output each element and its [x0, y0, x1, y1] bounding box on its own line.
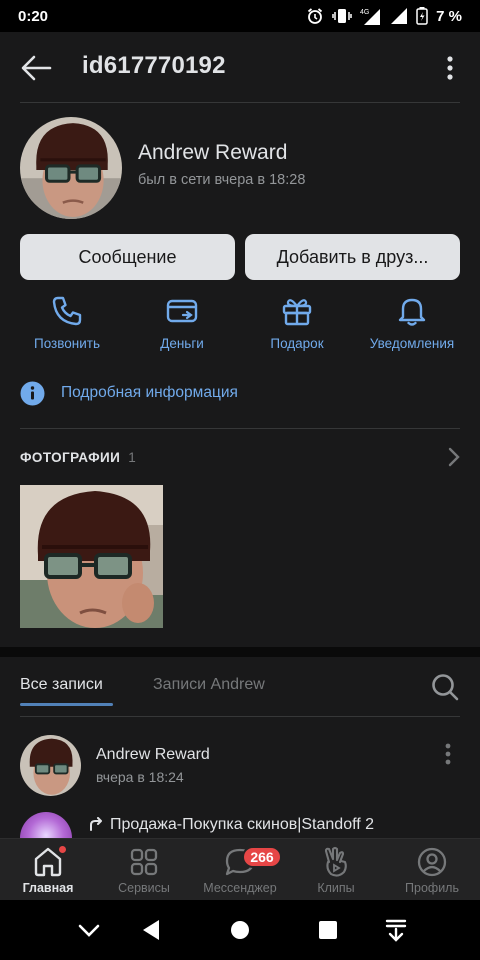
profile-actions: Позвонить Деньги Подарок Уведомления	[0, 294, 480, 358]
notifications-action[interactable]: Уведомления	[357, 294, 467, 351]
call-label: Позвонить	[34, 336, 100, 351]
tab-services-label: Сервисы	[118, 881, 170, 895]
back-arrow-icon[interactable]	[20, 54, 52, 82]
tabs-divider	[20, 716, 460, 717]
info-icon	[20, 381, 45, 405]
call-action[interactable]: Позвонить	[12, 294, 122, 351]
tab-messenger[interactable]: 266 Мессенджер	[192, 845, 288, 895]
gift-icon	[282, 299, 312, 326]
tab-messenger-label: Мессенджер	[203, 881, 277, 895]
photos-count: 1	[128, 449, 136, 465]
tab-profile[interactable]: Профиль	[384, 845, 480, 895]
alarm-icon	[308, 8, 323, 24]
gift-action[interactable]: Подарок	[242, 294, 352, 351]
tab-profile-label: Профиль	[405, 881, 459, 895]
svg-text:4G: 4G	[360, 9, 369, 16]
clips-icon	[324, 846, 347, 877]
gift-label: Подарок	[270, 336, 324, 351]
app-header: id617770192	[0, 32, 480, 102]
chevron-down-icon[interactable]	[78, 924, 100, 938]
nav-notifications-pulldown-icon[interactable]	[385, 918, 407, 942]
nav-back-icon[interactable]	[141, 919, 161, 941]
system-nav-bar	[0, 900, 480, 960]
photos-title: ФОТОГРАФИИ	[20, 449, 121, 465]
signal-4g-icon: 4G	[360, 9, 381, 25]
tab-clips[interactable]: Клипы	[288, 845, 384, 895]
home-notification-dot	[58, 845, 67, 854]
phone-icon	[52, 296, 82, 326]
search-icon[interactable]	[430, 672, 460, 702]
tab-all-posts[interactable]: Все записи	[20, 676, 103, 694]
services-icon	[130, 848, 158, 876]
signal-icon	[391, 8, 408, 24]
message-button[interactable]: Сообщение	[20, 234, 235, 280]
repost-title: Продажа-Покупка скинов|Standoff 2	[110, 816, 375, 833]
nav-recents-icon[interactable]	[318, 920, 338, 940]
tab-owner-posts[interactable]: Записи Andrew	[153, 676, 265, 694]
post-author-name[interactable]: Andrew Reward	[96, 746, 210, 764]
section-divider	[20, 428, 460, 429]
section-separator	[0, 647, 480, 657]
post-author-avatar[interactable]	[20, 735, 81, 796]
tab-home-label: Главная	[22, 881, 74, 895]
add-friend-button[interactable]: Добавить в друз...	[245, 234, 460, 280]
active-tab-indicator	[20, 703, 113, 706]
status-bar: 0:20 4G 7 %	[0, 0, 480, 32]
money-label: Деньги	[160, 336, 204, 351]
last-seen-status: был в сети вчера в 18:28	[138, 172, 306, 188]
repost-icon	[90, 817, 102, 831]
bell-icon	[398, 298, 426, 326]
photos-header[interactable]: ФОТОГРАФИИ 1	[20, 446, 460, 468]
chevron-right-icon[interactable]	[448, 447, 460, 467]
nav-home-icon[interactable]	[230, 920, 250, 940]
detailed-info-link[interactable]: Подробная информация	[20, 378, 238, 408]
profile-name: Andrew Reward	[138, 141, 288, 164]
notifications-label: Уведомления	[369, 336, 455, 351]
money-action[interactable]: Деньги	[127, 294, 237, 351]
battery-percent: 7 %	[436, 7, 462, 25]
post-options-icon[interactable]	[438, 742, 458, 768]
header-divider	[20, 102, 460, 103]
bottom-tab-bar: Главная Сервисы 266 Мессенджер Клипы Про…	[0, 838, 480, 900]
more-options-icon[interactable]	[440, 54, 460, 84]
profile-avatar[interactable]	[20, 117, 122, 219]
detailed-info-label: Подробная информация	[61, 384, 238, 401]
battery-icon	[416, 7, 428, 25]
status-time: 0:20	[18, 7, 49, 25]
photo-thumbnail[interactable]	[20, 485, 163, 628]
tab-clips-label: Клипы	[317, 881, 355, 895]
profile-icon	[417, 847, 447, 877]
tab-home[interactable]: Главная	[0, 845, 96, 895]
post-timestamp: вчера в 18:24	[96, 769, 184, 785]
vibrate-icon	[332, 9, 352, 23]
page-title: id617770192	[82, 52, 226, 79]
money-icon	[166, 299, 198, 323]
wall-tabs: Все записи Записи Andrew	[0, 660, 480, 716]
tab-services[interactable]: Сервисы	[96, 845, 192, 895]
messenger-unread-badge: 266	[242, 846, 282, 868]
repost-source[interactable]: Продажа-Покупка скинов|Standoff 2	[88, 816, 374, 834]
